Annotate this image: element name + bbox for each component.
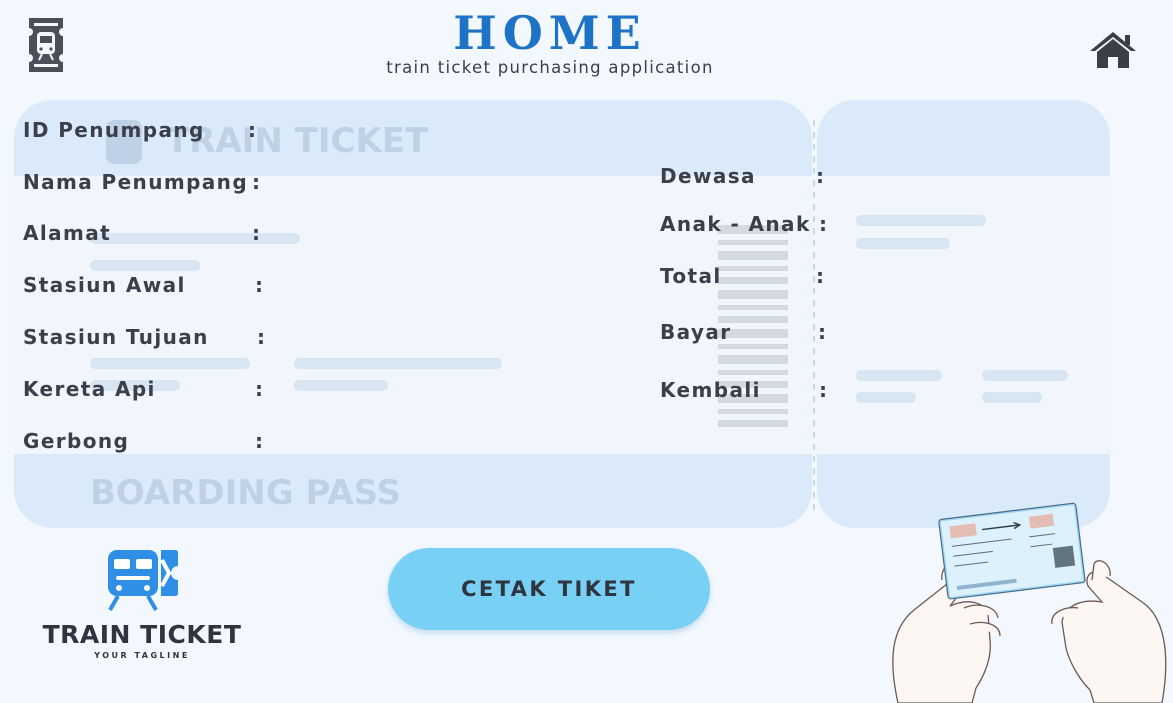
colon-total: :: [816, 264, 824, 288]
colon-id-penumpang: :: [248, 118, 256, 142]
ticket-bg-heading: TRAIN TICKET: [166, 121, 429, 161]
colon-anak-anak: :: [819, 212, 827, 236]
label-stasiun-tujuan: Stasiun Tujuan: [23, 325, 209, 349]
colon-gerbong: :: [255, 429, 263, 453]
colon-dewasa: :: [816, 164, 824, 188]
label-bayar: Bayar: [660, 320, 732, 344]
hands-holding-ticket-illustration: [892, 502, 1167, 703]
page-subtitle: train ticket purchasing application: [386, 58, 714, 77]
label-nama-penumpang: Nama Penumpang: [23, 170, 249, 194]
train-ticket-logo-icon: [108, 550, 179, 611]
ticket-bg-footer: BOARDING PASS: [90, 473, 401, 513]
ticket-background: TRAIN TICKET BOARDING PASS: [14, 100, 1110, 528]
label-total: Total: [660, 264, 722, 288]
label-alamat: Alamat: [23, 221, 112, 245]
label-kereta-api: Kereta Api: [23, 377, 156, 401]
logo-name: TRAIN TICKET: [42, 620, 242, 649]
logo-tagline: YOUR TAGLINE: [94, 651, 190, 660]
colon-kembali: :: [819, 378, 827, 402]
page-title: HOME: [453, 6, 647, 60]
cetak-tiket-button[interactable]: CETAK TIKET: [388, 548, 710, 630]
colon-stasiun-tujuan: :: [257, 325, 265, 349]
label-id-penumpang: ID Penumpang: [23, 118, 205, 142]
colon-stasiun-awal: :: [255, 273, 263, 297]
label-dewasa: Dewasa: [660, 164, 756, 188]
home-icon[interactable]: [1088, 30, 1138, 70]
label-gerbong: Gerbong: [23, 429, 130, 453]
colon-nama-penumpang: :: [252, 170, 260, 194]
label-anak-anak: Anak - Anak: [660, 212, 811, 236]
label-stasiun-awal: Stasiun Awal: [23, 273, 186, 297]
colon-bayar: :: [818, 320, 826, 344]
label-kembali: Kembali: [660, 378, 761, 402]
colon-alamat: :: [252, 221, 260, 245]
colon-kereta-api: :: [255, 377, 263, 401]
